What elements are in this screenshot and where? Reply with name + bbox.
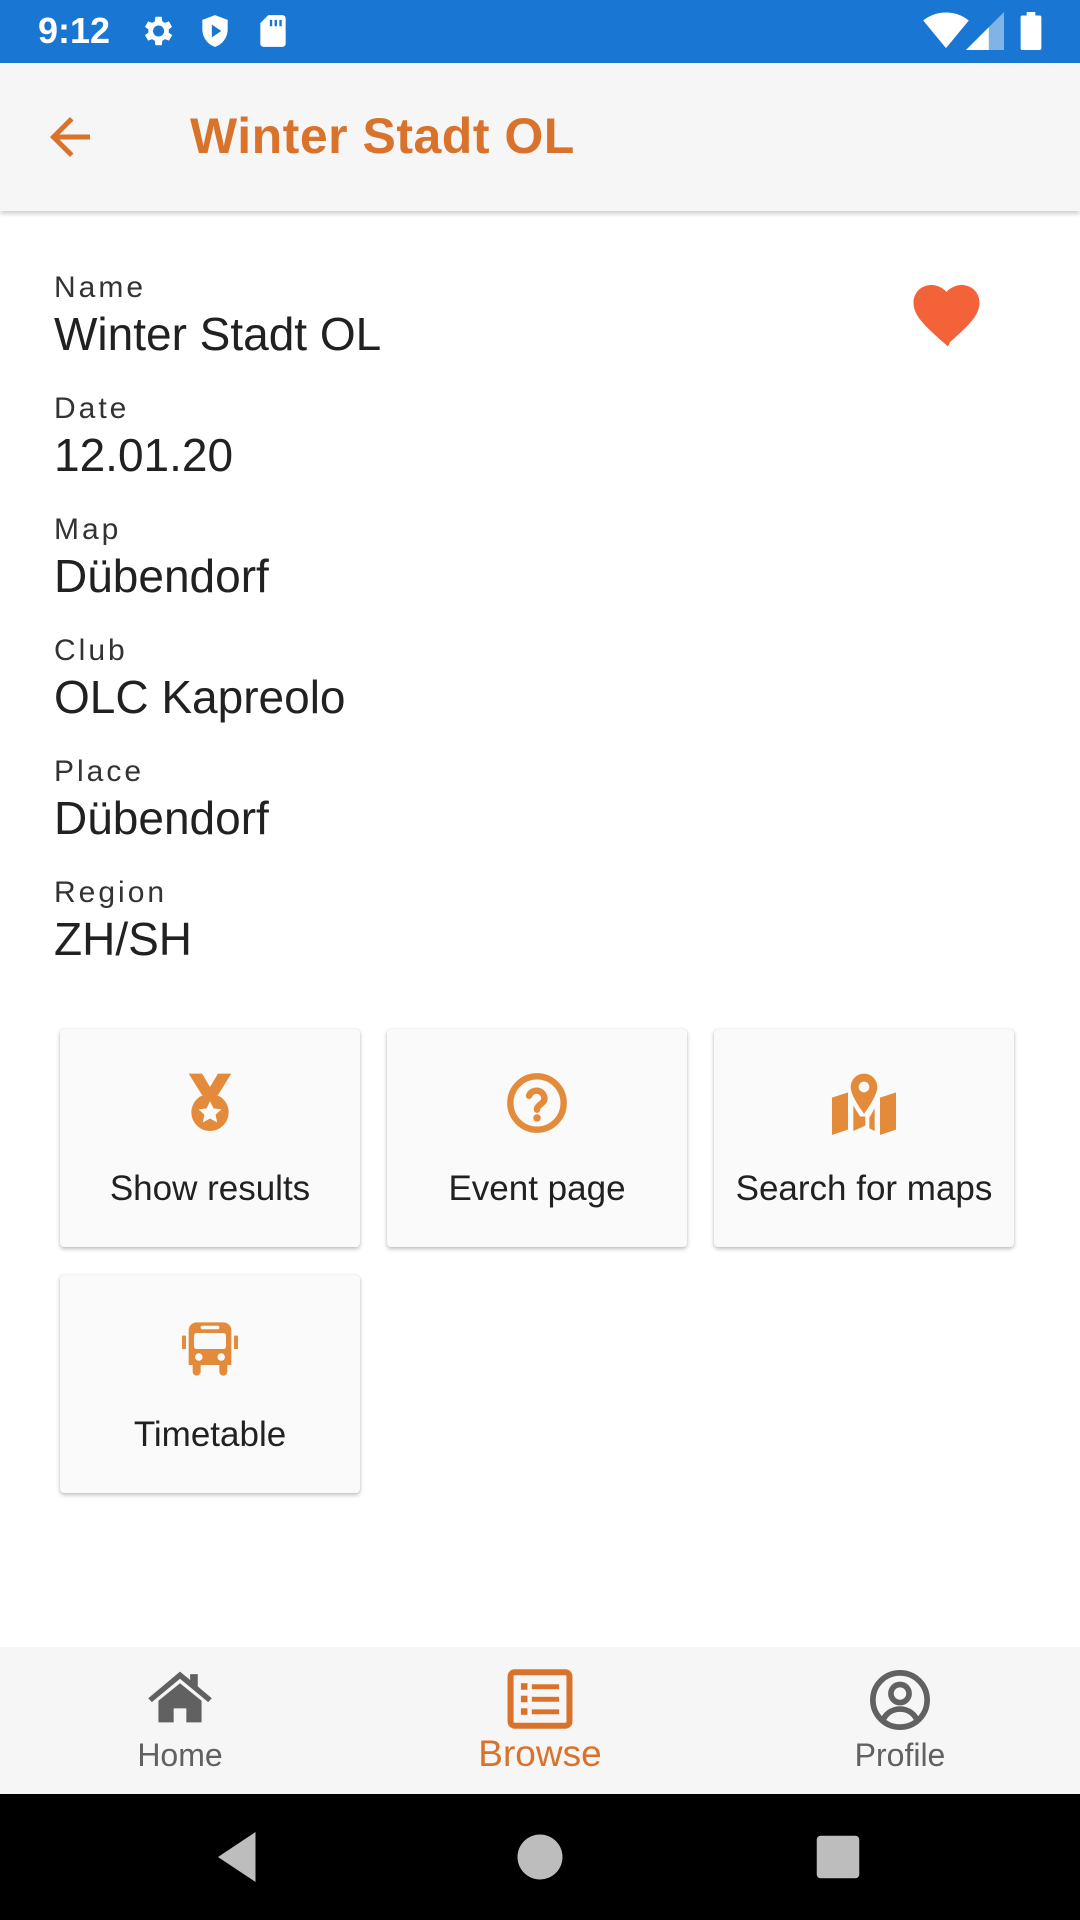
user-circle-icon — [870, 1670, 930, 1730]
cellular-signal-icon — [966, 12, 1004, 50]
heart-icon[interactable] — [912, 282, 984, 348]
nav-browse[interactable]: Browse — [360, 1647, 720, 1794]
shield-play-icon — [202, 15, 228, 47]
field-label: Region — [54, 876, 168, 909]
detail-map: Map Dübendorf — [54, 512, 934, 633]
field-value: ZH/SH — [54, 913, 192, 965]
bottom-navigation: Home Browse Profile — [0, 1647, 1080, 1794]
status-bar: 9:12 — [0, 0, 1080, 63]
card-label: Timetable — [133, 1415, 287, 1454]
page-title: Winter Stadt OL — [190, 108, 575, 164]
detail-club: Club OLC Kapreolo — [54, 633, 934, 754]
field-label: Date — [54, 392, 130, 425]
field-value: Dübendorf — [54, 792, 269, 844]
detail-place: Place Dübendorf — [54, 754, 934, 875]
card-label: Show results — [109, 1169, 311, 1208]
event-page-button[interactable]: Event page — [387, 1029, 687, 1247]
bus-icon — [182, 1322, 238, 1376]
wifi-icon — [923, 12, 969, 49]
nav-home[interactable]: Home — [0, 1647, 360, 1794]
field-label: Club — [54, 634, 128, 667]
field-value: 12.01.20 — [54, 429, 234, 481]
home-icon — [148, 1671, 212, 1723]
card-label: Search for maps — [735, 1169, 993, 1208]
show-results-button[interactable]: Show results — [60, 1029, 360, 1247]
field-label: Name — [54, 271, 147, 304]
detail-region: Region ZH/SH — [54, 875, 934, 996]
battery-icon — [1020, 12, 1042, 50]
detail-date: Date 12.01.20 — [54, 391, 934, 512]
app-bar: Winter Stadt OL — [0, 63, 1080, 211]
recents-square-icon[interactable] — [808, 1827, 868, 1887]
gear-icon — [144, 16, 173, 46]
search-for-maps-button[interactable]: Search for maps — [714, 1029, 1014, 1247]
status-time: 9:12 — [38, 10, 111, 51]
question-circle-icon — [507, 1073, 567, 1133]
nav-label: Browse — [478, 1733, 602, 1774]
nav-label: Home — [137, 1737, 223, 1773]
home-circle-icon[interactable] — [510, 1827, 570, 1887]
nav-label: Profile — [854, 1737, 946, 1773]
field-value: OLC Kapreolo — [54, 671, 346, 723]
nav-profile[interactable]: Profile — [720, 1647, 1080, 1794]
field-value: Dübendorf — [54, 550, 269, 602]
map-marker-icon — [832, 1073, 896, 1135]
field-label: Map — [54, 513, 122, 546]
system-navigation-bar — [0, 1794, 1080, 1920]
field-value: Winter Stadt OL — [54, 308, 382, 360]
event-details: Name Winter Stadt OL Date 12.01.20 Map D… — [54, 270, 934, 996]
back-triangle-icon[interactable] — [208, 1827, 268, 1887]
arrow-left-icon[interactable] — [40, 107, 100, 167]
medal-icon — [188, 1073, 232, 1131]
field-label: Place — [54, 755, 145, 788]
card-label: Event page — [448, 1169, 626, 1208]
list-icon — [507, 1669, 573, 1729]
timetable-button[interactable]: Timetable — [60, 1275, 360, 1493]
sd-card-icon — [260, 15, 286, 47]
detail-name: Name Winter Stadt OL — [54, 270, 934, 391]
